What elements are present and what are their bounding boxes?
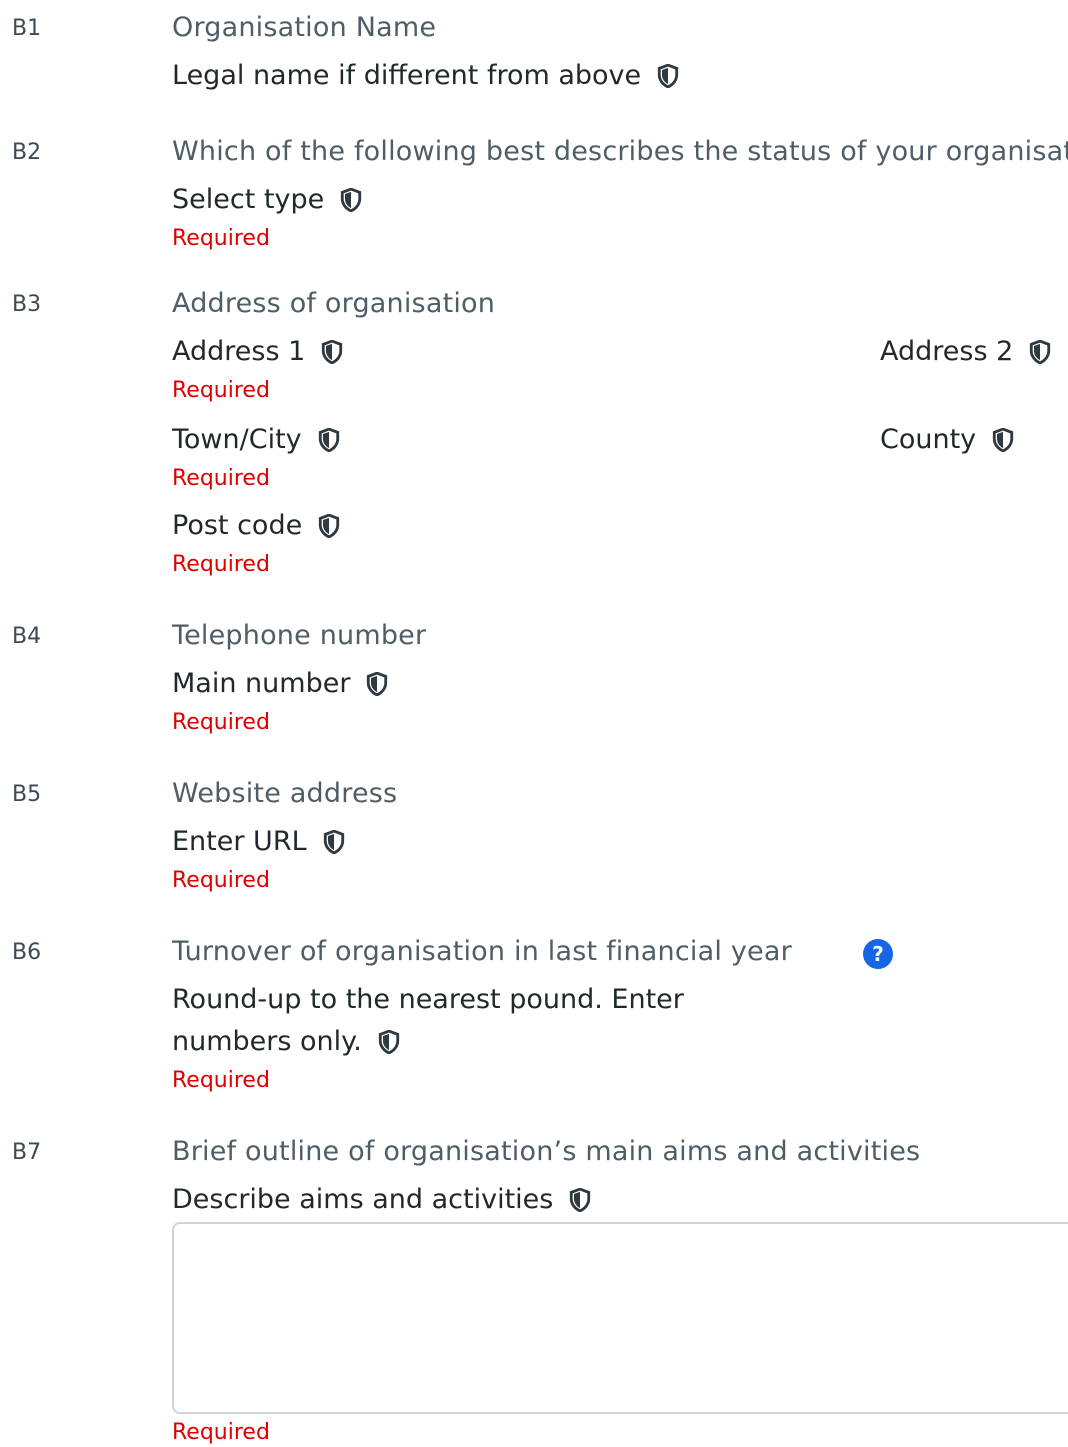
- shield-icon: [993, 427, 1014, 452]
- shield-icon: [323, 829, 344, 854]
- field-label-text: Legal name if different from above: [172, 60, 642, 91]
- question-number: B2: [12, 140, 42, 165]
- field-label-text: Enter URL: [172, 826, 307, 857]
- question-title: Address of organisation: [172, 288, 496, 319]
- required-message: Required: [172, 466, 270, 491]
- aims-activities-textarea[interactable]: [172, 1222, 1068, 1414]
- required-message: Required: [172, 226, 270, 251]
- question-circle-icon[interactable]: ?: [863, 939, 893, 969]
- question-number: B6: [12, 940, 42, 965]
- field-label-text: Describe aims and activities: [172, 1184, 554, 1215]
- question-number: B5: [12, 782, 42, 807]
- shield-icon: [322, 339, 343, 364]
- field-label-text: Address 2: [880, 336, 1014, 367]
- field-label-text: Main number: [172, 668, 351, 699]
- question-title: Which of the following best describes th…: [172, 136, 1068, 167]
- shield-icon: [318, 427, 339, 452]
- field-label-text: County: [880, 424, 977, 455]
- shield-icon: [341, 187, 362, 212]
- required-message: Required: [172, 378, 270, 403]
- question-title: Website address: [172, 778, 398, 809]
- question-title: Organisation Name: [172, 12, 437, 43]
- address-1-field[interactable]: Address 1: [172, 336, 343, 367]
- required-message: Required: [172, 1068, 270, 1093]
- post-code-field[interactable]: Post code: [172, 510, 340, 541]
- field-label-text: Town/City: [172, 424, 302, 455]
- shield-icon: [367, 671, 388, 696]
- shield-icon: [319, 513, 340, 538]
- address-2-field[interactable]: Address 2: [880, 336, 1051, 367]
- question-number: B7: [12, 1140, 42, 1165]
- shield-icon: [658, 63, 679, 88]
- field-label-legal-name[interactable]: Legal name if different from above: [172, 60, 679, 91]
- turnover-field-label: Round-up to the nearest pound. Enter: [172, 984, 684, 1015]
- shield-icon: [378, 1029, 400, 1054]
- field-label-text: Round-up to the nearest pound. Enter: [172, 984, 684, 1015]
- field-label-text: numbers only.: [172, 1026, 362, 1057]
- county-field[interactable]: County: [880, 424, 1014, 455]
- question-number: B1: [12, 16, 42, 41]
- question-title: Brief outline of organisation’s main aim…: [172, 1136, 921, 1167]
- required-message: Required: [172, 868, 270, 893]
- shield-icon: [570, 1187, 591, 1212]
- main-number-field[interactable]: Main number: [172, 668, 388, 699]
- field-label-text: Post code: [172, 510, 303, 541]
- question-title: Turnover of organisation in last financi…: [172, 936, 792, 967]
- question-number: B3: [12, 292, 42, 317]
- town-city-field[interactable]: Town/City: [172, 424, 340, 455]
- field-label-text: Select type: [172, 184, 325, 215]
- required-message: Required: [172, 1420, 270, 1445]
- enter-url-field[interactable]: Enter URL: [172, 826, 345, 857]
- shield-icon: [1030, 339, 1051, 364]
- question-title: Telephone number: [172, 620, 427, 651]
- select-type-field[interactable]: Select type: [172, 184, 362, 215]
- describe-aims-field-label: Describe aims and activities: [172, 1184, 591, 1215]
- required-message: Required: [172, 710, 270, 735]
- turnover-field[interactable]: numbers only.: [172, 1026, 400, 1057]
- question-number: B4: [12, 624, 42, 649]
- required-message: Required: [172, 552, 270, 577]
- field-label-text: Address 1: [172, 336, 306, 367]
